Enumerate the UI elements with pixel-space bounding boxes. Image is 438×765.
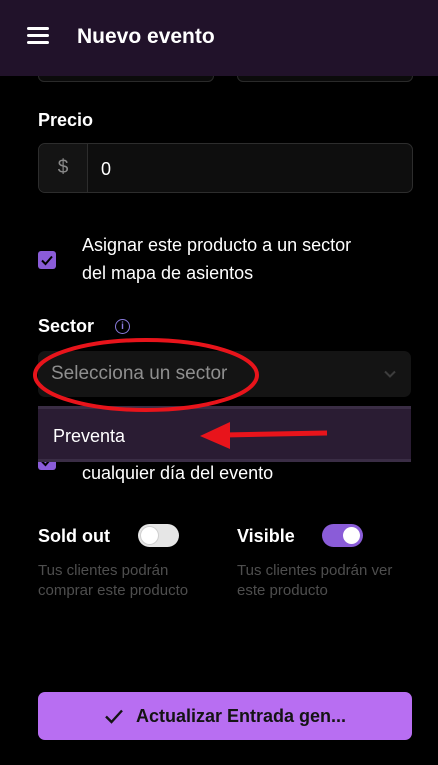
currency-prefix: $ (39, 144, 88, 192)
price-field[interactable]: $ (38, 143, 413, 194)
sold-out-helper: Tus clientes podrán comprar este product… (38, 562, 189, 599)
page-title: Nuevo evento (77, 25, 215, 48)
assign-sector-label-line2: del mapa de asientos (82, 263, 254, 283)
update-ticket-button[interactable]: Actualizar Entrada gen... (38, 692, 412, 740)
assign-sector-label-line1: Asignar este producto a un sector (82, 235, 352, 255)
sector-select-placeholder: Selecciona un sector (51, 363, 228, 384)
visible-helper: Tus clientes podrán ver este producto (237, 562, 393, 599)
check-icon (105, 709, 123, 724)
checkmark-icon (41, 255, 53, 266)
any-day-label: cualquier día del evento (82, 463, 274, 483)
toggle-knob (343, 527, 360, 544)
app-header: Nuevo evento (0, 0, 438, 76)
sold-out-toggle[interactable] (138, 524, 179, 547)
update-ticket-button-label: Actualizar Entrada gen... (135, 705, 347, 726)
assign-sector-label: Asignar este producto a un sector del ma… (82, 231, 351, 287)
assign-sector-checkbox[interactable] (38, 251, 56, 269)
toggle-knob (141, 527, 158, 544)
info-icon[interactable]: i (115, 319, 130, 334)
sector-label: Sector (38, 316, 95, 336)
visible-label: Visible (237, 526, 295, 546)
hamburger-menu-icon[interactable] (27, 27, 49, 45)
sector-select[interactable]: Selecciona un sector (38, 351, 411, 397)
sector-dropdown: Preventa (38, 406, 411, 462)
sold-out-label: Sold out (38, 526, 110, 546)
sector-option-preventa[interactable]: Preventa (53, 426, 125, 447)
price-input[interactable] (99, 144, 403, 194)
visible-toggle[interactable] (322, 524, 363, 547)
price-label: Precio (38, 110, 94, 130)
chevron-down-icon (384, 370, 396, 378)
